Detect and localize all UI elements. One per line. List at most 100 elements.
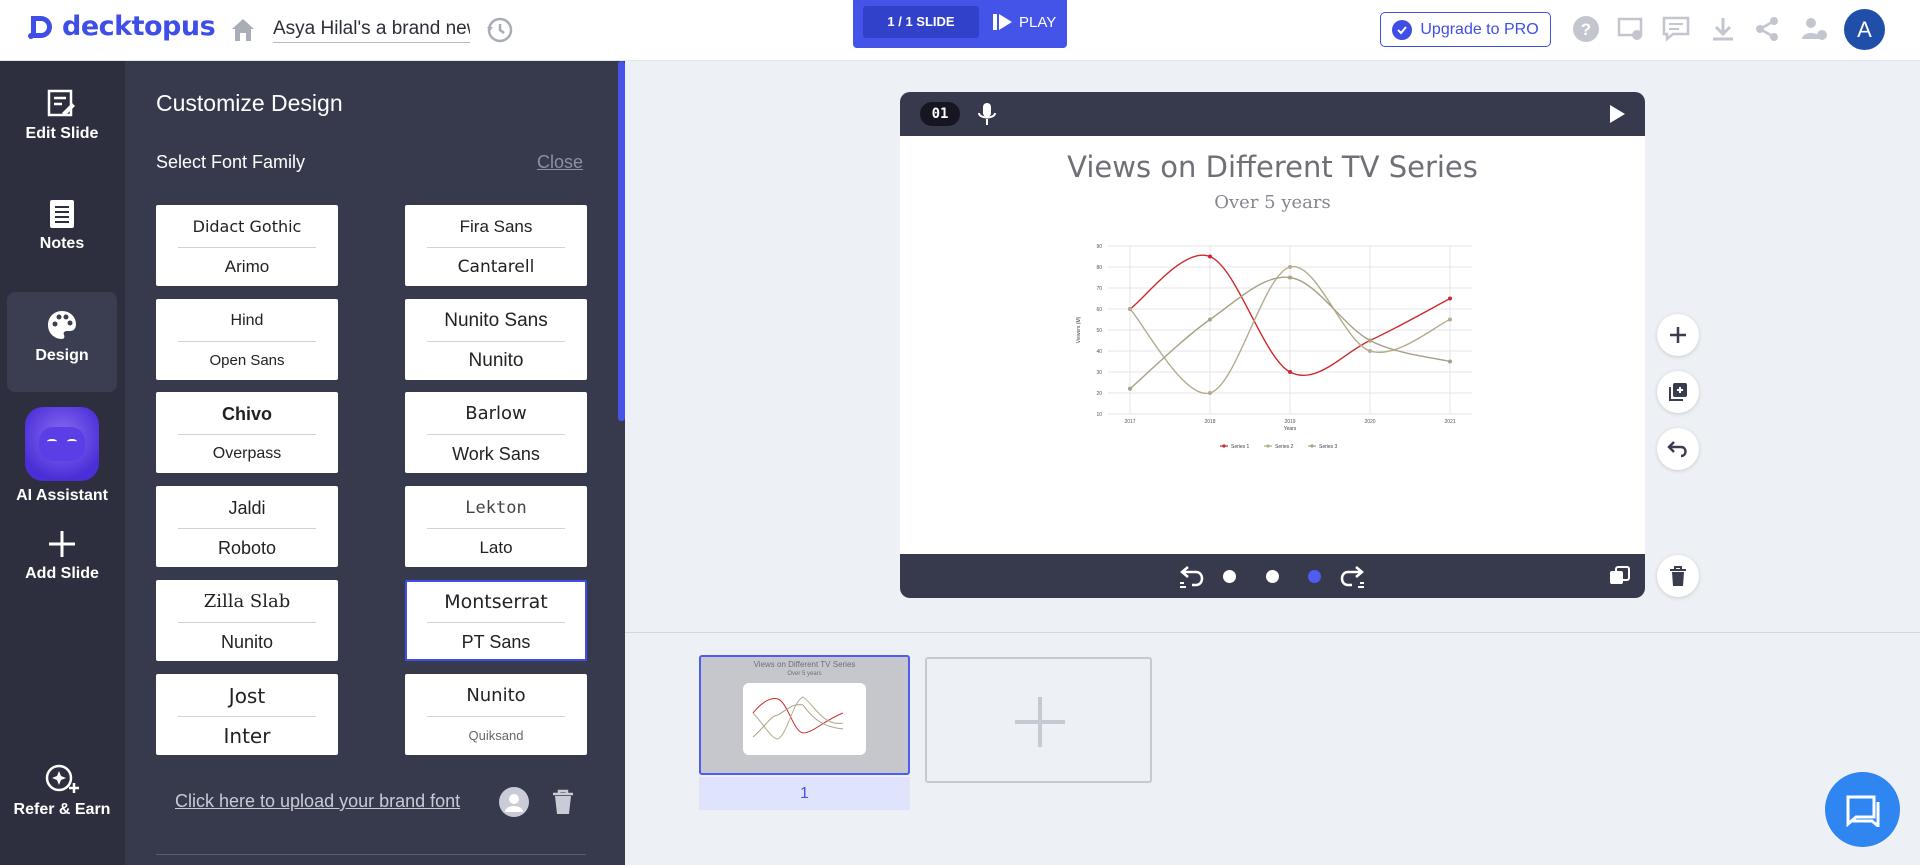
slide-nav-dot[interactable] [1266, 570, 1279, 583]
add-element-button[interactable] [1657, 314, 1699, 356]
download-icon[interactable] [1708, 14, 1738, 44]
font-option-card[interactable]: Nunito Sans Nunito [405, 299, 587, 380]
history-icon[interactable] [485, 15, 515, 45]
y-axis-label: Viewers (M) [1076, 316, 1082, 343]
home-icon[interactable] [229, 16, 257, 44]
notes-icon [50, 200, 74, 228]
font-option-card[interactable]: Barlow Work Sans [405, 392, 587, 473]
presentation-settings-icon[interactable] [1616, 14, 1646, 44]
font-option-card[interactable]: Chivo Overpass [156, 392, 338, 473]
slide-count-badge[interactable]: 1 / 1 SLIDE [863, 6, 979, 38]
slide-footer-bar [900, 554, 1645, 598]
top-bar: decktopus 1 / 1 SLIDE PLAY Upgrade to PR… [0, 0, 1920, 61]
plus-icon [1670, 327, 1686, 343]
font-option-card[interactable]: Hind Open Sans [156, 299, 338, 380]
font-secondary: Open Sans [209, 352, 285, 369]
font-primary: Nunito [466, 685, 526, 706]
font-secondary: Arimo [224, 257, 270, 276]
slide-play-icon[interactable] [1607, 104, 1627, 124]
font-option-card[interactable]: Jaldi Roboto [156, 486, 338, 567]
rail-item-edit-slide[interactable]: Edit Slide [7, 89, 117, 161]
data-point [1368, 338, 1372, 343]
panel-scrollbar[interactable] [618, 61, 625, 421]
legend-marker [1266, 444, 1270, 448]
undo-button[interactable] [1657, 428, 1699, 470]
panel-divider [156, 854, 586, 855]
font-option-card[interactable]: Jost Inter [156, 674, 338, 755]
font-option-card-selected[interactable]: Montserrat PT Sans [405, 580, 587, 661]
play-button[interactable]: PLAY [993, 6, 1056, 38]
slide-editor: 01 Views on Different TV Series Over 5 y… [900, 92, 1645, 598]
x-tick-label: 2019 [1284, 419, 1295, 425]
x-axis-label: Years [1284, 426, 1297, 432]
document-title-input[interactable] [273, 16, 470, 43]
chat-support-button[interactable] [1825, 772, 1900, 847]
share-icon[interactable] [1752, 14, 1782, 44]
customize-design-panel: Customize Design Select Font Family Clos… [125, 61, 625, 865]
font-option-card[interactable]: Didact Gothic Arimo [156, 205, 338, 286]
slide-thumbnail[interactable]: Views on Different TV Series Over 5 year… [699, 655, 910, 775]
collaborators-icon[interactable] [1799, 14, 1829, 44]
decktopus-logo[interactable]: decktopus [26, 11, 216, 42]
logo-text: decktopus [62, 11, 216, 42]
rail-item-ai-assistant[interactable]: AI Assistant [7, 407, 117, 507]
font-primary: Barlow [465, 403, 527, 424]
rail-item-add-slide[interactable]: Add Slide [7, 529, 117, 595]
refer-and-earn-button[interactable]: Refer & Earn [7, 761, 117, 831]
font-option-card[interactable]: Lekton Lato [405, 486, 587, 567]
data-point [1368, 349, 1372, 353]
font-option-card[interactable]: Nunito Quiksand [405, 674, 587, 755]
user-avatar[interactable]: A [1844, 9, 1885, 50]
slide-strip-divider [625, 632, 1920, 633]
y-tick-label: 90 [1096, 244, 1102, 250]
help-icon[interactable]: ? [1571, 14, 1601, 44]
upload-brand-font-link[interactable]: Click here to upload your brand font [175, 791, 460, 812]
slide-header-bar: 01 [900, 92, 1645, 136]
add-slide-placeholder[interactable] [925, 657, 1152, 783]
undo-icon [1667, 441, 1687, 458]
plus-icon [1015, 697, 1065, 747]
presentation-controls: 1 / 1 SLIDE PLAY [853, 0, 1067, 48]
font-secondary: Nunito [220, 632, 274, 652]
line-chart[interactable]: 10 20 30 40 50 60 70 80 90 2017 2018 2019 2020 2021 Ye… [1070, 236, 1490, 476]
slide-canvas[interactable]: Views on Different TV Series Over 5 year… [900, 136, 1645, 554]
rail-label: AI Assistant [16, 487, 108, 504]
refer-label: Refer & Earn [13, 801, 111, 818]
legend-marker [1222, 444, 1226, 448]
duplicate-icon[interactable] [1609, 566, 1631, 586]
duplicate-slide-button[interactable] [1657, 371, 1699, 413]
ai-assistant-avatar [25, 407, 99, 481]
font-option-card[interactable]: Fira Sans Cantarell [405, 205, 587, 286]
slide-nav-dot[interactable] [1223, 570, 1236, 583]
user-icon[interactable] [499, 787, 529, 817]
trash-icon[interactable] [548, 787, 578, 817]
thumbnail-number[interactable]: 1 [699, 777, 910, 810]
y-tick-label: 10 [1096, 412, 1102, 418]
slide-subtitle[interactable]: Over 5 years [900, 192, 1645, 213]
font-primary: Montserrat [444, 591, 548, 613]
x-tick-label: 2021 [1444, 419, 1455, 425]
font-option-card[interactable]: Zilla Slab Nunito [156, 580, 338, 661]
redo-arrow-icon[interactable] [1338, 563, 1366, 589]
close-panel-link[interactable]: Close [537, 152, 583, 173]
data-point [1448, 359, 1452, 364]
microphone-icon[interactable] [976, 102, 998, 126]
rail-item-notes[interactable]: Notes [7, 199, 117, 271]
play-label: PLAY [1019, 13, 1057, 31]
font-secondary: Quiksand [468, 728, 524, 743]
rail-item-design[interactable]: Design [7, 292, 117, 392]
thumbnail-title: Views on Different TV Series [753, 660, 856, 669]
font-secondary: Roboto [217, 538, 277, 558]
undo-arrow-icon[interactable] [1178, 563, 1206, 589]
slide-nav-dot-active[interactable] [1308, 570, 1321, 583]
font-primary: Hind [230, 312, 264, 329]
font-secondary: Overpass [212, 445, 282, 462]
upgrade-to-pro-button[interactable]: Upgrade to PRO [1380, 12, 1551, 47]
data-point [1448, 317, 1452, 322]
delete-slide-button[interactable] [1657, 555, 1699, 597]
comments-icon[interactable] [1661, 14, 1691, 44]
slide-title[interactable]: Views on Different TV Series [900, 150, 1645, 184]
rail-label: Edit Slide [25, 125, 99, 142]
font-secondary: Inter [223, 724, 271, 748]
y-tick-label: 40 [1096, 349, 1102, 355]
